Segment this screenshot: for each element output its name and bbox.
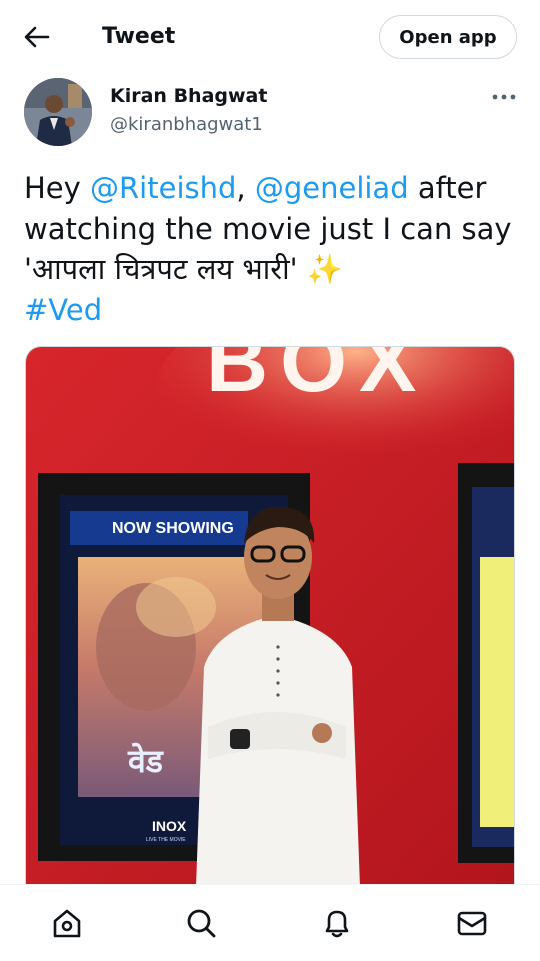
nav-messages-button[interactable] <box>454 905 490 941</box>
mail-icon <box>457 911 487 936</box>
box-sign-text: BOX <box>206 347 428 410</box>
search-icon <box>187 909 216 938</box>
tweet-text-part: , <box>236 171 255 205</box>
author-name[interactable]: Kiran Bhagwat <box>110 84 267 108</box>
now-showing-text: NOW SHOWING <box>112 520 234 537</box>
back-button[interactable] <box>20 22 54 52</box>
page-title: Tweet <box>102 24 176 49</box>
avatar-photo <box>24 78 92 146</box>
poster-tagline: LIVE THE MOVIE <box>146 837 186 843</box>
arrow-left-icon <box>24 26 50 48</box>
tweet-text: Hey @Riteishd, @geneliad after watching … <box>24 168 520 330</box>
tweet-photo[interactable]: BOX NOW SHOWING वेड INOX LIVE THE MOVIE <box>25 346 515 886</box>
nav-search-button[interactable] <box>183 905 219 941</box>
tweet-text-part: Hey <box>24 171 91 205</box>
nav-home-button[interactable] <box>49 905 85 941</box>
hashtag-link[interactable]: #Ved <box>24 293 102 327</box>
top-bar: Tweet Open app <box>0 0 540 74</box>
bottom-nav <box>0 884 540 961</box>
sparkles-emoji: ✨ <box>306 252 343 286</box>
nav-notifications-button[interactable] <box>319 905 355 941</box>
mention-link[interactable]: @geneliad <box>255 171 409 205</box>
bell-icon <box>325 910 349 938</box>
home-icon <box>53 909 81 938</box>
photo-illustration: BOX NOW SHOWING वेड INOX LIVE THE MOVIE <box>26 347 514 886</box>
poster-title: वेड <box>127 742 164 780</box>
open-app-button[interactable]: Open app <box>379 15 517 59</box>
more-options-button[interactable] <box>490 88 518 106</box>
mention-link[interactable]: @Riteishd <box>90 171 236 205</box>
poster-brand: INOX <box>152 818 187 834</box>
author-handle[interactable]: @kiranbhagwat1 <box>110 113 263 137</box>
author-avatar[interactable] <box>24 78 92 146</box>
more-horizontal-icon <box>492 94 516 100</box>
